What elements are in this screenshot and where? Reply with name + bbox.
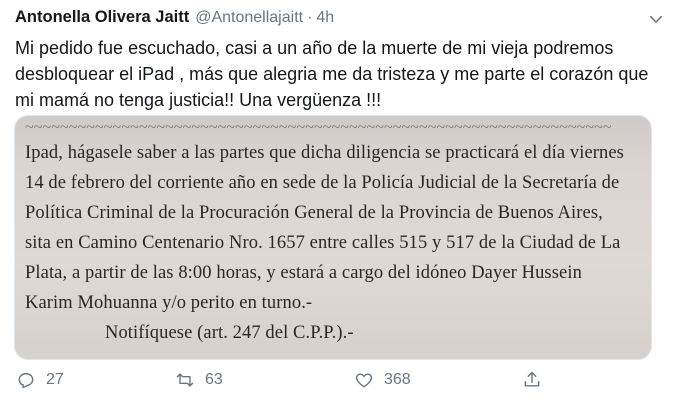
author-name[interactable]: Antonella Olivera Jaitt	[15, 8, 189, 27]
tweet-header: Antonella Olivera Jaitt @Antonellajaitt …	[15, 8, 334, 30]
document-line: Política Criminal de la Procuración Gene…	[25, 203, 603, 223]
tweet: Antonella Olivera Jaitt @Antonellajaitt …	[0, 0, 687, 409]
tweet-media-image[interactable]: ~~~~~~~~~~~~~~~~~~~~~~~~~~~~~~~~~~~~~~~~…	[14, 115, 652, 360]
tweet-actions: 27 63 368	[14, 370, 664, 396]
separator: ·	[307, 9, 313, 26]
timestamp[interactable]: 4h	[316, 9, 334, 27]
retweet-button[interactable]: 63	[175, 370, 223, 390]
reply-icon	[18, 373, 34, 389]
document-line: 14 de febrero del corriente año en sede …	[25, 173, 620, 193]
reply-button[interactable]: 27	[16, 370, 64, 390]
retweet-icon	[176, 373, 194, 387]
heart-icon	[355, 373, 373, 388]
share-icon	[524, 371, 540, 387]
share-button[interactable]	[522, 370, 542, 390]
reply-count: 27	[46, 371, 64, 388]
document-line: Ipad, hágasele saber a las partes que di…	[25, 143, 624, 163]
document-line: Karim Mohuanna y/o perito en turno.-	[25, 293, 313, 313]
document-line: Notifíquese (art. 247 del C.P.P.).-	[105, 323, 354, 343]
like-button[interactable]: 368	[354, 370, 411, 390]
tweet-text: Mi pedido fue escuchado, casi a un año d…	[15, 38, 649, 110]
document-photo: ~~~~~~~~~~~~~~~~~~~~~~~~~~~~~~~~~~~~~~~~…	[25, 122, 645, 348]
document-line: sita en Camino Centenario Nro. 1657 entr…	[25, 233, 621, 253]
document-line: Plata, a partir de las 8:00 horas, y est…	[25, 263, 582, 283]
chevron-down-icon[interactable]	[647, 10, 665, 28]
like-count: 368	[384, 371, 411, 388]
author-handle[interactable]: @Antonellajaitt	[195, 9, 303, 27]
retweet-count: 63	[205, 371, 223, 388]
document-cut-line: ~~~~~~~~~~~~~~~~~~~~~~~~~~~~~~~~~~~~~~~~…	[25, 122, 612, 134]
